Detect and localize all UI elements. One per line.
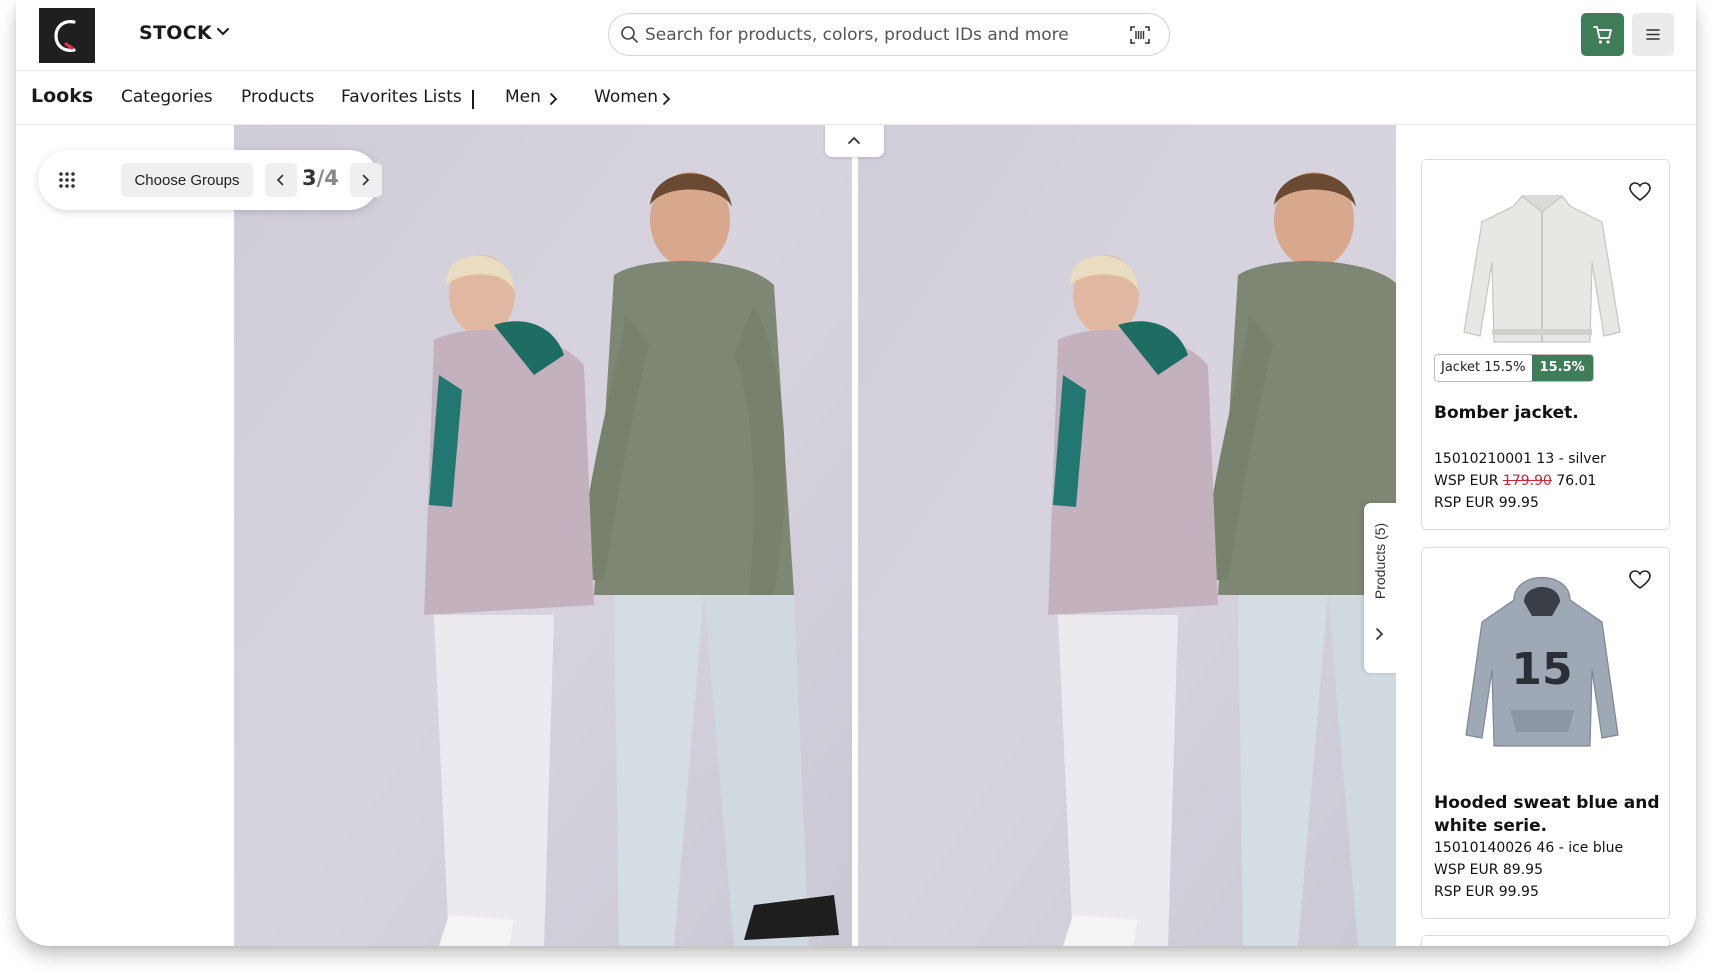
search-bar[interactable] — [608, 13, 1170, 56]
wsp-old-price: 179.90 — [1502, 473, 1552, 489]
badge-value: 15.5% — [1531, 355, 1593, 381]
main-nav: Looks Categories Products Favorites List… — [16, 71, 1696, 125]
product-name[interactable]: Bomber jacket. — [1434, 402, 1664, 425]
search-icon — [621, 26, 638, 43]
product-rsp-line: RSP EUR 99.95 — [1434, 495, 1539, 511]
product-id-line: 15010210001 13 - silver — [1434, 451, 1606, 467]
nav-item-women[interactable]: Women — [594, 87, 658, 107]
wsp-prefix: WSP EUR — [1434, 473, 1499, 489]
discount-badge: Jacket 15.5% 15.5% — [1434, 354, 1594, 382]
prev-look-button[interactable] — [265, 163, 297, 197]
choose-groups-button[interactable]: Choose Groups — [121, 163, 253, 197]
product-card[interactable]: Jacket 15.5% 15.5% Bomber jacket. 150102… — [1421, 159, 1670, 530]
grid-icon[interactable] — [58, 171, 76, 189]
brand-logo[interactable] — [39, 8, 95, 63]
nav-item-men[interactable]: Men — [505, 87, 541, 107]
product-card[interactable]: 15 Hooded sweat blue and white serie. 15… — [1421, 547, 1670, 919]
bomber-jacket-image — [1463, 195, 1621, 343]
chevron-right-icon — [362, 174, 370, 186]
product-card[interactable] — [1421, 935, 1670, 946]
chevron-right-icon[interactable] — [549, 92, 558, 106]
product-wsp-line: WSP EUR 179.90 76.01 — [1434, 473, 1596, 489]
look-photo-right[interactable] — [858, 125, 1396, 946]
look-image — [234, 125, 852, 946]
search-input[interactable] — [645, 20, 1115, 50]
products-panel: Jacket 15.5% 15.5% Bomber jacket. 150102… — [1396, 125, 1696, 946]
hooded-sweat-image: 15 — [1465, 577, 1619, 747]
badge-label: Jacket 15.5% — [1435, 355, 1532, 381]
nav-item-categories[interactable]: Categories — [121, 87, 213, 107]
chevron-up-icon — [848, 136, 860, 144]
store-selector-label[interactable]: STOCK — [139, 22, 212, 44]
nav-item-favorites-lists[interactable]: Favorites Lists — [341, 87, 462, 107]
product-id-line: 15010140026 46 - ice blue — [1434, 840, 1624, 856]
app-window: STOCK Search for products, colors, produ… — [16, 0, 1696, 946]
look-controls: Choose Groups 3/4 — [38, 150, 382, 210]
left-pane — [16, 125, 234, 946]
nav-separator — [472, 90, 474, 109]
top-header: STOCK — [16, 0, 1696, 71]
look-photo-left[interactable] — [234, 125, 852, 946]
sweat-print-text: 15 — [1511, 644, 1572, 695]
chevron-left-icon — [276, 174, 284, 186]
product-name[interactable]: Hooded sweat blue and white serie. — [1434, 792, 1664, 838]
nav-item-products[interactable]: Products — [241, 87, 314, 107]
products-panel-toggle[interactable]: Products (5) — [1364, 503, 1396, 673]
chevron-right-icon[interactable] — [662, 92, 671, 106]
chevron-right-icon — [1376, 628, 1384, 640]
product-rsp-line: RSP EUR 99.95 — [1434, 884, 1539, 900]
total-looks-number: 4 — [324, 166, 339, 190]
barcode-scan-icon[interactable] — [1129, 25, 1151, 45]
chevron-down-icon[interactable] — [216, 27, 230, 37]
collapse-header-button[interactable] — [825, 125, 884, 157]
look-image — [858, 125, 1396, 946]
nav-item-looks[interactable]: Looks — [31, 85, 93, 107]
heart-icon[interactable] — [1629, 182, 1651, 202]
current-look-number: 3 — [302, 166, 317, 190]
products-tab-label: Products (5) — [1372, 522, 1388, 600]
hamburger-menu-icon — [1646, 29, 1660, 40]
cart-icon — [1593, 26, 1612, 44]
next-look-button[interactable] — [350, 163, 382, 197]
product-wsp-line: WSP EUR 89.95 — [1434, 862, 1543, 878]
heart-icon[interactable] — [1629, 570, 1651, 590]
cart-button[interactable] — [1581, 13, 1624, 56]
logo-mark-icon — [54, 20, 76, 52]
menu-button[interactable] — [1632, 13, 1674, 56]
wsp-new-price: 76.01 — [1556, 473, 1597, 489]
look-pagination: 3/4 — [302, 166, 339, 190]
